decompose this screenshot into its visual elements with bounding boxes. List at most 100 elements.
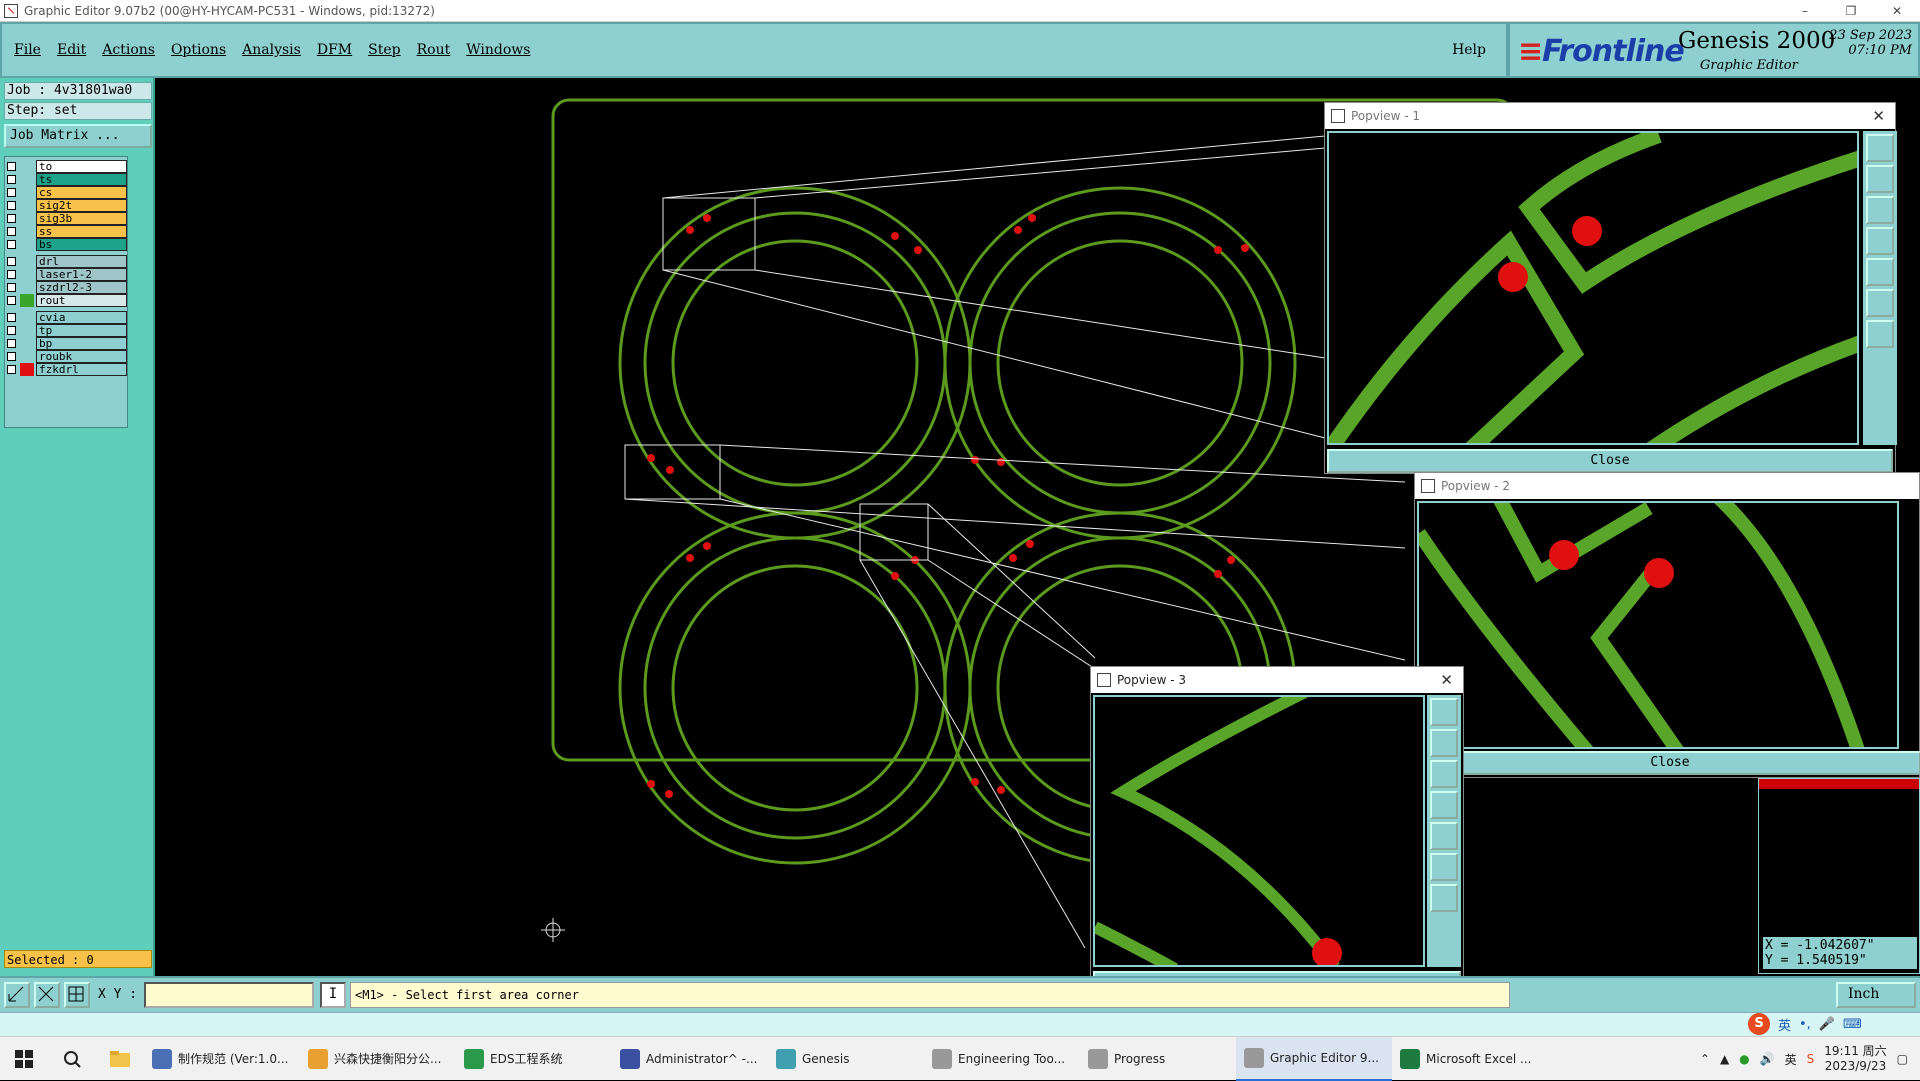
layer-name[interactable]: roubk xyxy=(36,349,127,363)
unit-button[interactable]: Inch xyxy=(1836,982,1916,1008)
taskbar-app[interactable]: 制作规范 (Ver:1.0... xyxy=(144,1037,300,1081)
layer-checkbox[interactable] xyxy=(7,312,16,322)
layer-row-tp[interactable]: tp xyxy=(7,323,127,337)
zoom-tool-button[interactable] xyxy=(4,982,30,1008)
layer-row-ss[interactable]: ss xyxy=(7,224,127,238)
layer-checkbox[interactable] xyxy=(7,364,16,374)
layer-name[interactable]: ss xyxy=(36,224,127,238)
popview-1-close-x[interactable]: ✕ xyxy=(1872,107,1885,125)
layer-name[interactable]: tp xyxy=(36,323,127,337)
popview-tool-button[interactable] xyxy=(1430,822,1458,850)
popview-2-close-button[interactable]: Close xyxy=(1419,751,1920,775)
layer-row-sig2t[interactable]: sig2t xyxy=(7,198,127,212)
popview-tool-button[interactable] xyxy=(1430,853,1458,881)
popview-2-view[interactable] xyxy=(1417,501,1899,749)
taskbar-app[interactable]: Microsoft Excel ... xyxy=(1392,1037,1548,1081)
layer-checkbox[interactable] xyxy=(7,213,16,223)
layer-checkbox[interactable] xyxy=(7,325,16,335)
menu-help[interactable]: Help xyxy=(1452,42,1486,58)
popview-1-close-button[interactable]: Close xyxy=(1327,449,1893,473)
menu-dfm[interactable]: DFM xyxy=(317,42,352,58)
layer-checkbox[interactable] xyxy=(7,338,16,348)
tray-chevron-icon[interactable]: ⌃ xyxy=(1700,1052,1710,1066)
menu-step[interactable]: Step xyxy=(368,42,400,58)
layer-name[interactable]: sig2t xyxy=(36,198,127,212)
notification-icon[interactable]: ▢ xyxy=(1897,1052,1908,1066)
ime-lang[interactable]: 英 xyxy=(1778,1015,1791,1034)
popview-tool-button[interactable] xyxy=(1430,729,1458,757)
popview-3-close-x[interactable]: ✕ xyxy=(1440,671,1453,689)
popview-3-view[interactable] xyxy=(1093,695,1425,967)
layer-name[interactable]: ts xyxy=(36,172,127,186)
layer-row-fzkdrl[interactable]: fzkdrl xyxy=(7,362,127,376)
taskbar-app[interactable]: Administrator^ -... xyxy=(612,1037,768,1081)
pan-tool-button[interactable] xyxy=(34,982,60,1008)
layer-name[interactable]: to xyxy=(36,159,127,173)
popview-tool-button[interactable] xyxy=(1866,258,1894,286)
popview-tool-button[interactable] xyxy=(1430,884,1458,912)
layer-checkbox[interactable] xyxy=(7,269,16,279)
popview-tool-button[interactable] xyxy=(1866,165,1894,193)
popview-tool-button[interactable] xyxy=(1866,320,1894,348)
layer-row-sig3b[interactable]: sig3b xyxy=(7,211,127,225)
tray-network-icon[interactable]: ▲ xyxy=(1720,1052,1729,1066)
minimize-button[interactable]: – xyxy=(1782,0,1828,22)
layer-row-bs[interactable]: bs xyxy=(7,237,127,251)
menu-edit[interactable]: Edit xyxy=(57,42,86,58)
layer-checkbox[interactable] xyxy=(7,295,16,305)
layer-checkbox[interactable] xyxy=(7,200,16,210)
job-matrix-button[interactable]: Job Matrix ... xyxy=(4,124,152,148)
tray-lang[interactable]: 英 xyxy=(1785,1051,1797,1068)
taskbar-app[interactable]: Engineering Too... xyxy=(924,1037,1080,1081)
layer-name[interactable]: cvia xyxy=(36,310,127,324)
popview-tool-button[interactable] xyxy=(1430,760,1458,788)
layer-name[interactable]: fzkdrl xyxy=(36,362,127,376)
grid-tool-button[interactable] xyxy=(64,982,90,1008)
popview-1-view[interactable] xyxy=(1327,131,1859,445)
popview-tool-button[interactable] xyxy=(1430,791,1458,819)
tray-wechat-icon[interactable]: ● xyxy=(1739,1052,1749,1066)
popview-tool-button[interactable] xyxy=(1866,289,1894,317)
xy-input[interactable] xyxy=(144,982,314,1008)
taskbar-app[interactable]: 兴森快捷衡阳分公... xyxy=(300,1037,456,1081)
text-mode-button[interactable]: I xyxy=(320,982,346,1008)
layer-row-bp[interactable]: bp xyxy=(7,336,127,350)
layer-row-drl[interactable]: drl xyxy=(7,254,127,268)
layer-row-ts[interactable]: ts xyxy=(7,172,127,186)
popview-tool-button[interactable] xyxy=(1866,227,1894,255)
taskbar-app[interactable]: Genesis xyxy=(768,1037,924,1081)
layer-name[interactable]: szdrl2-3 xyxy=(36,280,127,294)
layer-checkbox[interactable] xyxy=(7,187,16,197)
layer-row-cvia[interactable]: cvia xyxy=(7,310,127,324)
search-icon[interactable] xyxy=(48,1037,96,1081)
layer-name[interactable]: sig3b xyxy=(36,211,127,225)
popview-tool-button[interactable] xyxy=(1866,196,1894,224)
layer-checkbox[interactable] xyxy=(7,256,16,266)
layer-checkbox[interactable] xyxy=(7,351,16,361)
layer-checkbox[interactable] xyxy=(7,174,16,184)
restore-button[interactable]: ❐ xyxy=(1828,0,1874,22)
layer-row-cs[interactable]: cs xyxy=(7,185,127,199)
file-explorer-icon[interactable] xyxy=(96,1037,144,1081)
close-button[interactable]: ✕ xyxy=(1874,0,1920,22)
tray-sogou-icon[interactable]: S xyxy=(1807,1052,1815,1066)
tray-volume-icon[interactable]: 🔊 xyxy=(1760,1052,1775,1066)
layer-checkbox[interactable] xyxy=(7,226,16,236)
layer-name[interactable]: cs xyxy=(36,185,127,199)
taskbar-app[interactable]: Progress xyxy=(1080,1037,1236,1081)
layer-row-szdrl2-3[interactable]: szdrl2-3 xyxy=(7,280,127,294)
ime-punct-icon[interactable]: •, xyxy=(1799,1017,1811,1032)
layer-name[interactable]: drl xyxy=(36,254,127,268)
menu-analysis[interactable]: Analysis xyxy=(242,42,301,58)
menu-rout[interactable]: Rout xyxy=(417,42,451,58)
menu-windows[interactable]: Windows xyxy=(466,42,530,58)
layer-name[interactable]: bs xyxy=(36,237,127,251)
layer-checkbox[interactable] xyxy=(7,282,16,292)
clock[interactable]: 19:11 周六 2023/9/23 xyxy=(1824,1044,1886,1074)
menu-file[interactable]: File xyxy=(14,42,41,58)
popview-tool-button[interactable] xyxy=(1866,134,1894,162)
menu-actions[interactable]: Actions xyxy=(102,42,155,58)
start-button[interactable] xyxy=(0,1037,48,1081)
layer-name[interactable]: bp xyxy=(36,336,127,350)
layer-checkbox[interactable] xyxy=(7,161,16,171)
